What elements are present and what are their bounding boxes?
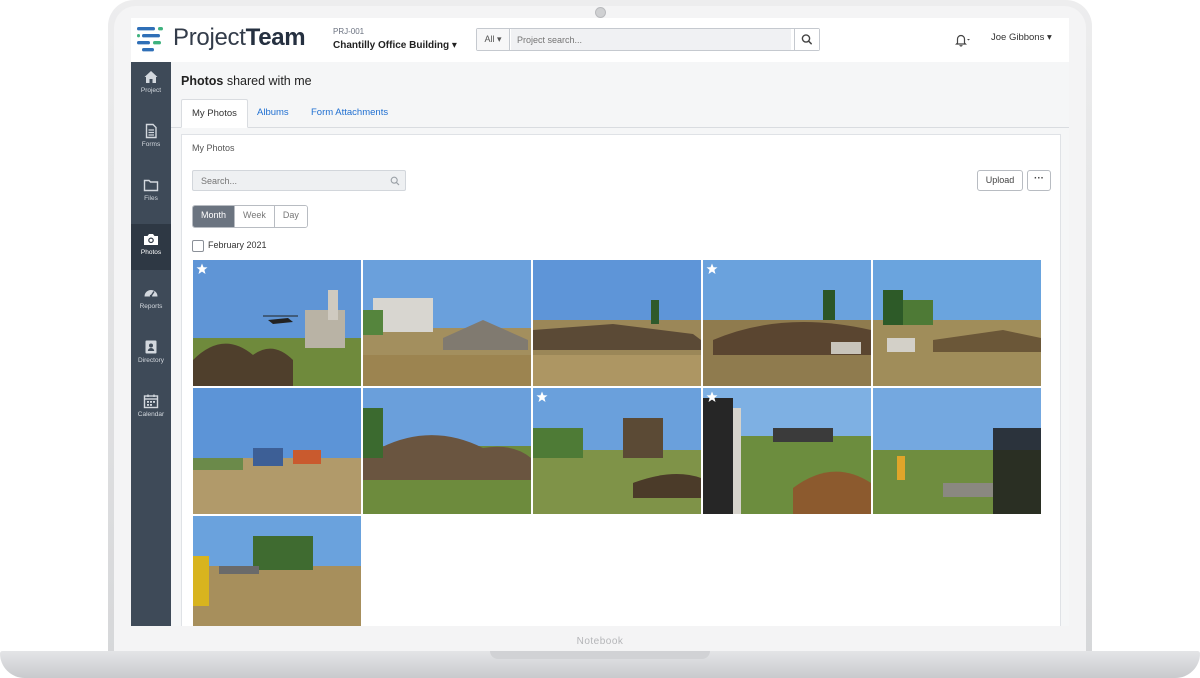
- page-title: Photos shared with me: [181, 74, 312, 88]
- sidebar-item-label: Files: [144, 195, 158, 202]
- tab-albums[interactable]: Albums: [247, 99, 299, 126]
- photo-thumbnail[interactable]: [193, 516, 361, 626]
- camera-icon: [144, 234, 158, 245]
- project-selector[interactable]: PRJ-001 Chantilly Office Building ▾: [323, 22, 457, 64]
- photo-tabs: My Photos Albums Form Attachments: [171, 99, 1069, 128]
- view-week-button[interactable]: Week: [235, 206, 275, 227]
- sidebar-item-label: Photos: [140, 249, 162, 256]
- photo-thumbnail[interactable]: [193, 260, 361, 386]
- user-menu[interactable]: Joe Gibbons ▾: [991, 32, 1052, 43]
- photo-thumbnail[interactable]: [703, 388, 871, 514]
- photo-image: [193, 260, 361, 386]
- photo-thumbnail[interactable]: [533, 388, 701, 514]
- project-search: All ▾: [476, 28, 820, 51]
- top-navbar: ProjectTeam PRJ-001 Chantilly Office Bui…: [131, 18, 1069, 64]
- photo-thumbnail[interactable]: [873, 260, 1041, 386]
- sidebar-item-label: Forms: [141, 141, 161, 148]
- sidebar-item-label: Calendar: [137, 411, 165, 418]
- photo-image: [533, 388, 701, 514]
- photo-thumbnail[interactable]: [363, 260, 531, 386]
- webcam-icon: [595, 7, 606, 18]
- sidebar: Project Forms Files Photos Reports Direc…: [131, 62, 171, 626]
- home-icon: [144, 71, 158, 83]
- project-search-input[interactable]: [511, 29, 791, 50]
- photo-image: [703, 260, 871, 386]
- photos-panel: My Photos Upload ··· Month Week Day Febr…: [181, 134, 1061, 626]
- search-icon: [801, 34, 812, 45]
- month-group-label: February 2021: [208, 240, 267, 250]
- device-label: Notebook: [576, 636, 624, 647]
- contact-card-icon: [145, 340, 157, 354]
- search-button[interactable]: [794, 29, 819, 50]
- photo-thumbnail[interactable]: [533, 260, 701, 386]
- sidebar-item-label: Directory: [137, 357, 164, 364]
- sidebar-item-files[interactable]: Files: [131, 170, 171, 216]
- main-content: Photos shared with me My Photos Albums F…: [171, 62, 1069, 626]
- sidebar-item-photos[interactable]: Photos: [131, 224, 171, 270]
- photo-image: [193, 388, 361, 514]
- gauge-icon: [144, 290, 158, 298]
- view-month-button[interactable]: Month: [193, 206, 236, 227]
- photo-image: [533, 260, 701, 386]
- sidebar-item-label: Reports: [139, 303, 163, 310]
- laptop-notch: [490, 651, 710, 659]
- search-scope-dropdown[interactable]: All ▾: [477, 29, 510, 50]
- photo-thumbnail[interactable]: [703, 260, 871, 386]
- brand-name[interactable]: ProjectTeam: [173, 24, 306, 52]
- project-name[interactable]: Chantilly Office Building ▾: [333, 40, 457, 51]
- photo-image: [703, 388, 871, 514]
- tab-form-attachments[interactable]: Form Attachments: [301, 99, 398, 126]
- photo-image: [363, 260, 531, 386]
- document-icon: [145, 123, 157, 139]
- star-icon[interactable]: [706, 263, 718, 275]
- view-toggle: Month Week Day: [192, 205, 308, 228]
- select-month-checkbox[interactable]: [192, 240, 204, 252]
- sidebar-item-project[interactable]: Project: [131, 62, 171, 108]
- sidebar-item-reports[interactable]: Reports: [131, 278, 171, 324]
- calendar-icon: [143, 394, 159, 409]
- sidebar-item-forms[interactable]: Forms: [131, 116, 171, 162]
- photo-thumbnail[interactable]: [193, 388, 361, 514]
- photo-search: [192, 170, 406, 191]
- photo-image: [873, 260, 1041, 386]
- star-icon[interactable]: [706, 391, 718, 403]
- star-icon[interactable]: [536, 391, 548, 403]
- tab-my-photos[interactable]: My Photos: [181, 99, 248, 128]
- photo-thumbnail[interactable]: [873, 388, 1041, 514]
- upload-button[interactable]: Upload: [977, 170, 1023, 191]
- photo-image: [363, 388, 531, 514]
- photo-thumbnail[interactable]: [363, 388, 531, 514]
- more-options-button[interactable]: ···: [1027, 170, 1051, 191]
- app-screen: ProjectTeam PRJ-001 Chantilly Office Bui…: [131, 18, 1069, 626]
- sidebar-item-directory[interactable]: Directory: [131, 332, 171, 378]
- photo-image: [193, 516, 361, 626]
- notifications-bell-icon[interactable]: [953, 32, 971, 48]
- projectteam-logo-icon: [137, 27, 163, 52]
- star-icon[interactable]: [196, 263, 208, 275]
- search-icon: [390, 176, 400, 186]
- project-code: PRJ-001: [333, 27, 365, 36]
- photo-search-input[interactable]: [193, 171, 399, 190]
- panel-title: My Photos: [192, 143, 235, 153]
- sidebar-item-calendar[interactable]: Calendar: [131, 386, 171, 432]
- sidebar-item-label: Project: [140, 87, 162, 94]
- photo-image: [873, 388, 1041, 514]
- view-day-button[interactable]: Day: [274, 206, 307, 227]
- folder-icon: [143, 179, 159, 192]
